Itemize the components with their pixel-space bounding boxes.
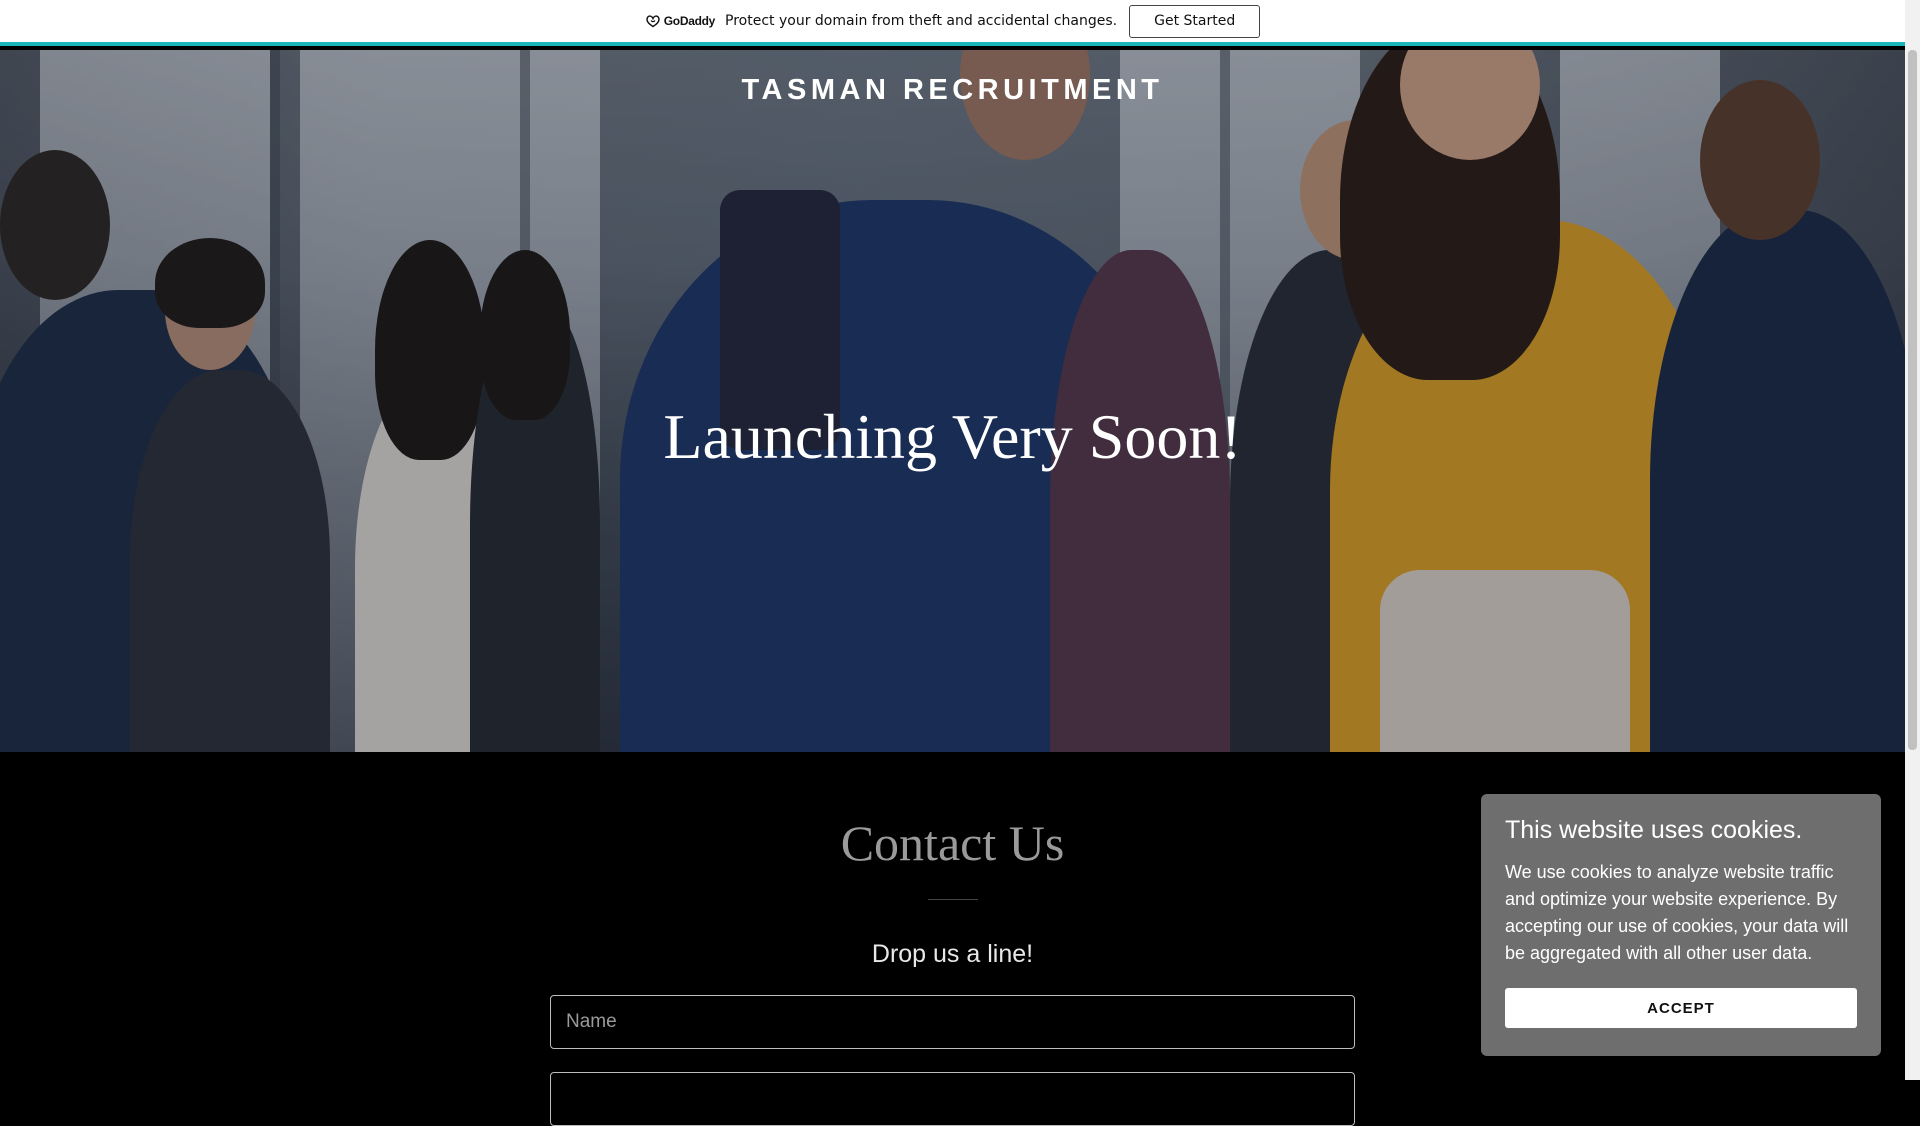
godaddy-logo-icon bbox=[646, 15, 660, 28]
hero-section: TASMAN RECRUITMENT Launching Very Soon! bbox=[0, 50, 1905, 752]
get-started-button[interactable]: Get Started bbox=[1129, 4, 1261, 38]
name-field[interactable] bbox=[550, 995, 1355, 1049]
cookie-body: We use cookies to analyze website traffi… bbox=[1505, 862, 1849, 963]
hero-heading: Launching Very Soon! bbox=[663, 401, 1242, 472]
accept-cookies-button[interactable]: ACCEPT bbox=[1505, 988, 1857, 1028]
email-field[interactable] bbox=[550, 1072, 1355, 1126]
godaddy-logo: GoDaddy bbox=[645, 14, 715, 28]
godaddy-logo-text: GoDaddy bbox=[663, 14, 716, 28]
contact-divider bbox=[928, 899, 978, 900]
page-scrollbar[interactable] bbox=[1905, 0, 1920, 1080]
cookie-banner: This website uses cookies. We use cookie… bbox=[1481, 794, 1881, 1056]
scrollbar-thumb[interactable] bbox=[1908, 50, 1917, 750]
cookie-title: This website uses cookies. bbox=[1505, 816, 1803, 844]
site-title[interactable]: TASMAN RECRUITMENT bbox=[0, 74, 1905, 107]
promo-message: Protect your domain from theft and accid… bbox=[725, 13, 1118, 29]
promo-bar: GoDaddy Protect your domain from theft a… bbox=[0, 0, 1905, 46]
